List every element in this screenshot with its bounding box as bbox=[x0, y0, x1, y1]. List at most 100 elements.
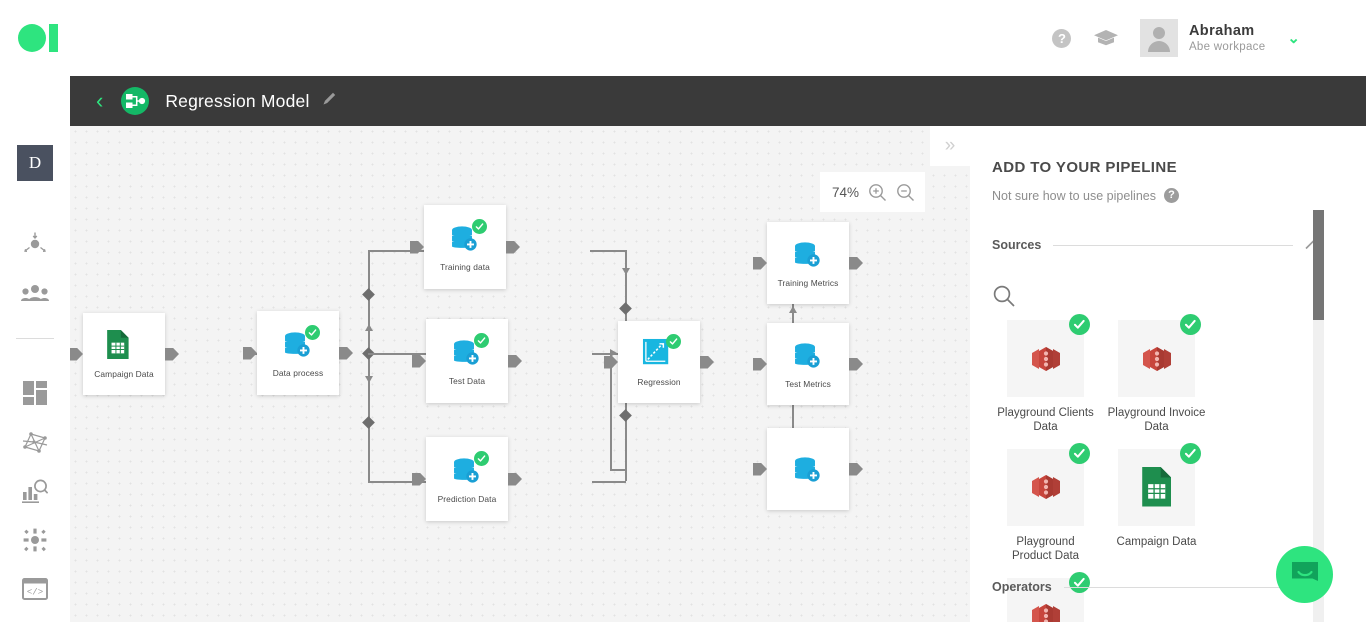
node-input-port[interactable] bbox=[753, 256, 767, 270]
sidebar-item-dashboards[interactable] bbox=[19, 377, 51, 409]
zoom-out-icon[interactable] bbox=[896, 183, 915, 202]
edge bbox=[368, 250, 370, 353]
edge-junction bbox=[362, 416, 375, 429]
pipeline-node[interactable]: Test Data bbox=[412, 319, 522, 403]
node-output-port[interactable] bbox=[508, 472, 522, 486]
node-output-port[interactable] bbox=[849, 462, 863, 476]
redshift-icon bbox=[1031, 475, 1060, 500]
section-operators-label: Operators bbox=[992, 580, 1052, 594]
source-card-label: Playground Clients Data bbox=[997, 407, 1094, 434]
check-badge-icon bbox=[474, 332, 489, 348]
sidebar-item-dashboard-badge[interactable]: D bbox=[17, 145, 53, 181]
node-input-port[interactable] bbox=[604, 355, 618, 369]
panel-scrollbar-thumb[interactable] bbox=[1313, 210, 1324, 320]
academy-button[interactable] bbox=[1084, 18, 1128, 58]
node-input-port[interactable] bbox=[753, 462, 767, 476]
sidebar-item-analytics[interactable] bbox=[19, 475, 51, 507]
dashboard-grid-icon bbox=[23, 381, 47, 405]
help-button[interactable]: ? bbox=[1040, 18, 1084, 58]
node-input-port[interactable] bbox=[412, 354, 426, 368]
pencil-glyph bbox=[323, 92, 335, 105]
source-card-thumb bbox=[1007, 442, 1090, 526]
edge bbox=[590, 250, 626, 252]
rail-divider bbox=[16, 338, 54, 339]
section-operators[interactable]: Operators bbox=[992, 580, 1322, 594]
pipeline-node[interactable]: Test Metrics bbox=[753, 323, 863, 405]
sidebar-item-data-import[interactable] bbox=[19, 228, 51, 260]
node-output-port[interactable] bbox=[339, 346, 353, 360]
sidebar-item-network[interactable] bbox=[19, 426, 51, 458]
collapse-panel-button[interactable]: » bbox=[930, 126, 970, 166]
openprise-logo[interactable] bbox=[18, 24, 58, 52]
node-input-port[interactable] bbox=[412, 472, 426, 486]
node-icon bbox=[791, 340, 825, 370]
check-glyph bbox=[669, 337, 678, 345]
node-input-port[interactable] bbox=[70, 347, 83, 361]
node-icon bbox=[791, 454, 825, 484]
node-output-port[interactable] bbox=[506, 240, 520, 254]
node-icon bbox=[791, 239, 825, 269]
source-card[interactable]: Playground Clients Data bbox=[990, 314, 1101, 435]
pipeline-node[interactable]: Regression bbox=[604, 321, 714, 403]
edge-arrow bbox=[622, 268, 630, 275]
pipeline-node[interactable]: Data process bbox=[243, 311, 353, 395]
node-icon bbox=[450, 332, 489, 367]
user-menu[interactable]: Abraham Abe workpace ⌄ bbox=[1139, 19, 1300, 57]
check-glyph bbox=[477, 454, 486, 462]
user-text: Abraham Abe workpace bbox=[1189, 23, 1265, 53]
zoom-in-icon[interactable] bbox=[868, 183, 887, 202]
pipeline-node[interactable]: Training Metrics bbox=[753, 222, 863, 304]
source-card-thumb bbox=[1118, 442, 1201, 526]
search-icon[interactable] bbox=[992, 284, 1016, 308]
node-output-port[interactable] bbox=[849, 357, 863, 371]
sidebar-item-ai[interactable] bbox=[19, 524, 51, 556]
section-sources-label: Sources bbox=[992, 238, 1042, 252]
back-button[interactable]: ‹ bbox=[96, 88, 103, 114]
svg-text:</>: </> bbox=[27, 588, 43, 598]
check-badge-icon bbox=[305, 324, 320, 340]
section-divider bbox=[1053, 244, 1293, 246]
pencil-icon[interactable] bbox=[322, 91, 337, 111]
node-icon bbox=[107, 329, 141, 360]
pipeline-node[interactable] bbox=[753, 428, 863, 510]
node-label: Test Data bbox=[448, 375, 486, 386]
pipeline-node[interactable]: Prediction Data bbox=[412, 437, 522, 521]
pipelines-help-icon[interactable]: ? bbox=[1163, 188, 1179, 203]
node-input-port[interactable] bbox=[243, 346, 257, 360]
source-card-label: Playground Product Data bbox=[1011, 535, 1080, 563]
intercom-chat-button[interactable] bbox=[1276, 546, 1333, 603]
sidebar-item-code[interactable]: </> bbox=[19, 573, 51, 605]
source-card[interactable]: Playground Product Data bbox=[990, 442, 1101, 564]
edge-arrow bbox=[365, 376, 373, 383]
database-add-icon bbox=[795, 457, 820, 482]
pipeline-node[interactable]: Training data bbox=[410, 205, 520, 289]
panel-subtitle: Not sure how to use pipelines ? bbox=[992, 188, 1179, 203]
node-label: Test Metrics bbox=[785, 378, 831, 389]
pipeline-node[interactable]: Campaign Data bbox=[70, 313, 179, 395]
graduation-cap-icon bbox=[1093, 30, 1118, 46]
source-card[interactable]: Playground Invoice Data bbox=[1101, 314, 1212, 435]
section-sources[interactable]: Sources bbox=[992, 237, 1322, 253]
zoom-controls: 74% bbox=[820, 172, 925, 212]
redshift-icon bbox=[1031, 604, 1060, 622]
sidebar-item-audience[interactable] bbox=[19, 277, 51, 309]
node-output-port[interactable] bbox=[700, 355, 714, 369]
node-icon bbox=[642, 333, 681, 368]
panel-subtitle-text: Not sure how to use pipelines bbox=[992, 188, 1156, 203]
workspace-name: Abe workpace bbox=[1188, 41, 1266, 53]
help-icon: ? bbox=[1052, 28, 1072, 48]
spreadsheet-icon bbox=[1141, 467, 1172, 508]
check-badge-icon bbox=[472, 218, 487, 234]
node-output-port[interactable] bbox=[849, 256, 863, 270]
database-add-icon bbox=[795, 241, 820, 267]
node-output-port[interactable] bbox=[165, 347, 179, 361]
chevron-down-icon[interactable]: ⌄ bbox=[1287, 29, 1300, 47]
source-card[interactable]: Campaign Data bbox=[1101, 442, 1212, 564]
node-icon bbox=[450, 450, 489, 485]
logo-dot bbox=[18, 24, 46, 52]
chat-bubble-icon bbox=[1291, 562, 1318, 581]
pipeline-canvas[interactable]: » 74% Campaign Data Data process Trainin… bbox=[70, 126, 970, 622]
node-output-port[interactable] bbox=[508, 354, 522, 368]
node-input-port[interactable] bbox=[753, 357, 767, 371]
source-search[interactable] bbox=[992, 284, 1016, 313]
